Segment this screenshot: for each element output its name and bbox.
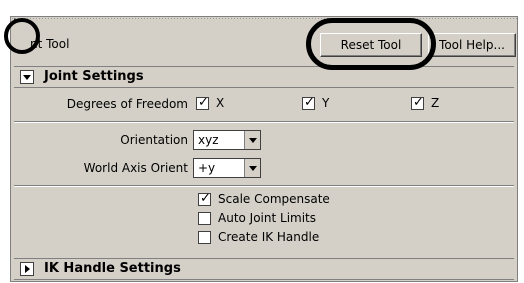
create-ik-handle-option[interactable]: Create IK Handle (198, 230, 378, 245)
world-axis-select[interactable]: +y (193, 158, 261, 178)
tool-help-button[interactable]: Tool Help... (428, 33, 516, 57)
dof-x-checkbox[interactable] (196, 95, 209, 110)
scale-compensate-label: Scale Compensate (218, 192, 330, 206)
orientation-value: xyz (198, 133, 219, 147)
world-axis-value: +y (198, 161, 216, 175)
expand-right-icon[interactable] (20, 262, 34, 276)
annotation-oval (306, 18, 436, 70)
joint-settings-label: Joint Settings (44, 69, 144, 84)
panel-grip[interactable] (12, 16, 518, 22)
dof-x[interactable]: X (196, 95, 256, 111)
world-axis-label: World Axis Orient (83, 161, 188, 175)
dof-z-label: Z (431, 96, 440, 110)
dof-z[interactable]: Z (411, 95, 471, 111)
dof-y-checkbox[interactable] (302, 95, 315, 110)
chevron-down-icon[interactable] (244, 131, 260, 149)
dof-x-label: X (216, 96, 225, 110)
orientation-label: Orientation (120, 133, 188, 147)
chevron-down-icon[interactable] (244, 159, 260, 177)
dof-z-checkbox[interactable] (411, 95, 424, 110)
auto-joint-limits-label: Auto Joint Limits (218, 211, 317, 225)
orientation-select[interactable]: xyz (193, 130, 261, 150)
auto-joint-limits-option[interactable]: Auto Joint Limits (198, 211, 378, 226)
dof-y-label: Y (322, 96, 330, 110)
auto-joint-limits-checkbox[interactable] (198, 212, 211, 225)
ik-handle-settings-header[interactable]: IK Handle Settings (14, 258, 514, 280)
divider-highlight (14, 122, 514, 123)
ik-handle-settings-label: IK Handle Settings (44, 261, 181, 276)
divider-highlight (14, 186, 514, 187)
expand-down-icon[interactable] (20, 70, 34, 84)
create-ik-handle-checkbox[interactable] (198, 231, 211, 244)
create-ik-handle-label: Create IK Handle (218, 230, 320, 244)
joint-settings-header[interactable]: Joint Settings (14, 66, 514, 88)
scale-compensate-checkbox[interactable] (198, 191, 211, 206)
scale-compensate-option[interactable]: Scale Compensate (198, 191, 378, 207)
annotation-circle (4, 18, 40, 54)
dof-y[interactable]: Y (302, 95, 362, 111)
dof-label: Degrees of Freedom (66, 97, 188, 111)
